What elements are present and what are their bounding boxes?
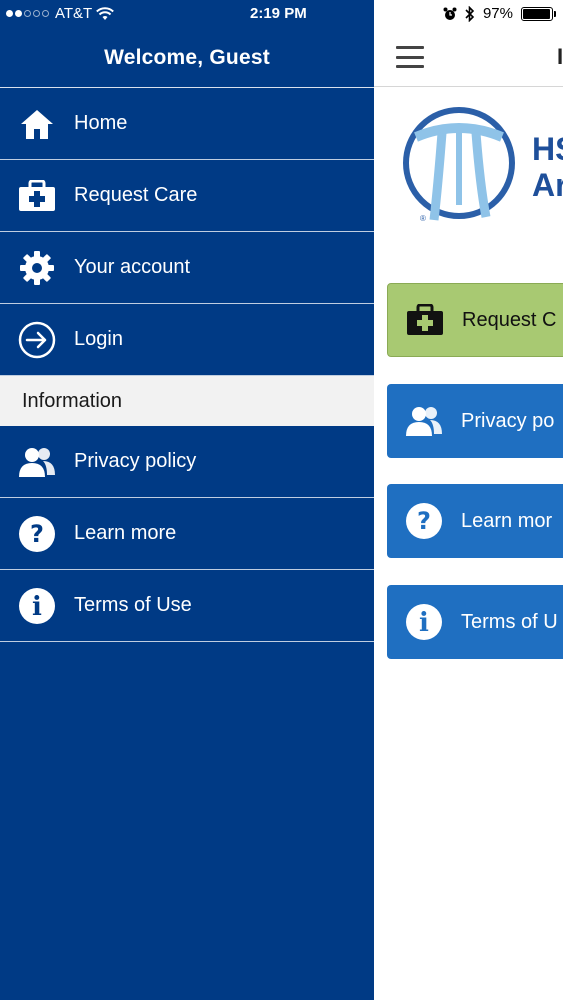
request-care-button[interactable]: Request C [387,283,563,357]
menu-item-label: Learn more [74,522,177,544]
signal-icon [6,10,49,17]
menu-item-your-account[interactable]: Your account [0,232,374,304]
svg-text:i: i [419,608,429,638]
logo-emblem: ® [403,107,515,223]
drawer-title: Welcome, Guest [104,45,270,69]
learn-more-button-label: Learn mor [461,509,553,532]
menu-icon[interactable] [396,46,424,68]
status-left: AT&T [6,5,115,22]
menu-item-label: Your account [74,256,191,278]
svg-text:i: i [32,592,42,622]
alarm-icon [443,7,457,20]
logo-text-line2: Ar [532,167,563,203]
info-icon: i [387,603,461,641]
menu-item-learn-more[interactable]: ? Learn more [0,498,374,570]
wifi-icon [96,6,115,20]
menu-item-request-care[interactable]: Request Care [0,160,374,232]
battery-percent: 97% [482,5,513,22]
logo: ® HS Ar [402,105,563,235]
users-icon [0,446,74,478]
gear-icon [0,250,74,285]
menu-item-terms-of-use[interactable]: i Terms of Use [0,570,374,642]
terms-of-use-button[interactable]: i Terms of U [387,585,563,659]
menu-item-label: Terms of Use [74,594,192,616]
menu-item-label: Privacy policy [74,450,197,472]
status-time: 2:19 PM [250,5,307,22]
privacy-policy-button-label: Privacy po [461,409,555,432]
question-icon: ? [387,502,461,540]
login-icon [0,321,74,359]
svg-text:?: ? [30,520,44,548]
battery-icon [521,6,556,21]
section-header-information: Information [0,376,374,426]
svg-text:®: ® [420,214,426,223]
main-content: I ® HS Ar Request C Privacy po ? Learn m… [374,0,563,1000]
privacy-policy-button[interactable]: Privacy po [387,384,563,458]
users-icon [387,405,461,437]
menu-item-home[interactable]: Home [0,88,374,160]
request-care-button-label: Request C [462,308,557,331]
medical-kit-icon [388,304,462,336]
carrier-name: AT&T [55,5,93,22]
status-right: 97% [443,5,556,22]
menu-item-login[interactable]: Login [0,304,374,376]
page-title: I [557,44,563,69]
info-icon: i [0,587,74,625]
medical-kit-icon [0,179,74,212]
menu-item-label: Home [74,112,128,134]
bluetooth-icon [465,5,475,22]
learn-more-button[interactable]: ? Learn mor [387,484,563,558]
menu-item-privacy-policy[interactable]: Privacy policy [0,426,374,498]
navigation-drawer: Welcome, Guest Home Request Care Your ac… [0,0,374,1000]
status-bar: AT&T 2:19 PM 97% [0,0,563,30]
menu-item-label: Login [74,328,123,350]
svg-text:?: ? [417,507,431,535]
top-bar: I [374,30,563,87]
logo-text-line1: HS [532,131,563,167]
question-icon: ? [0,515,74,553]
home-icon [0,108,74,140]
terms-of-use-button-label: Terms of U [461,610,558,633]
menu-item-label: Request Care [74,184,198,206]
